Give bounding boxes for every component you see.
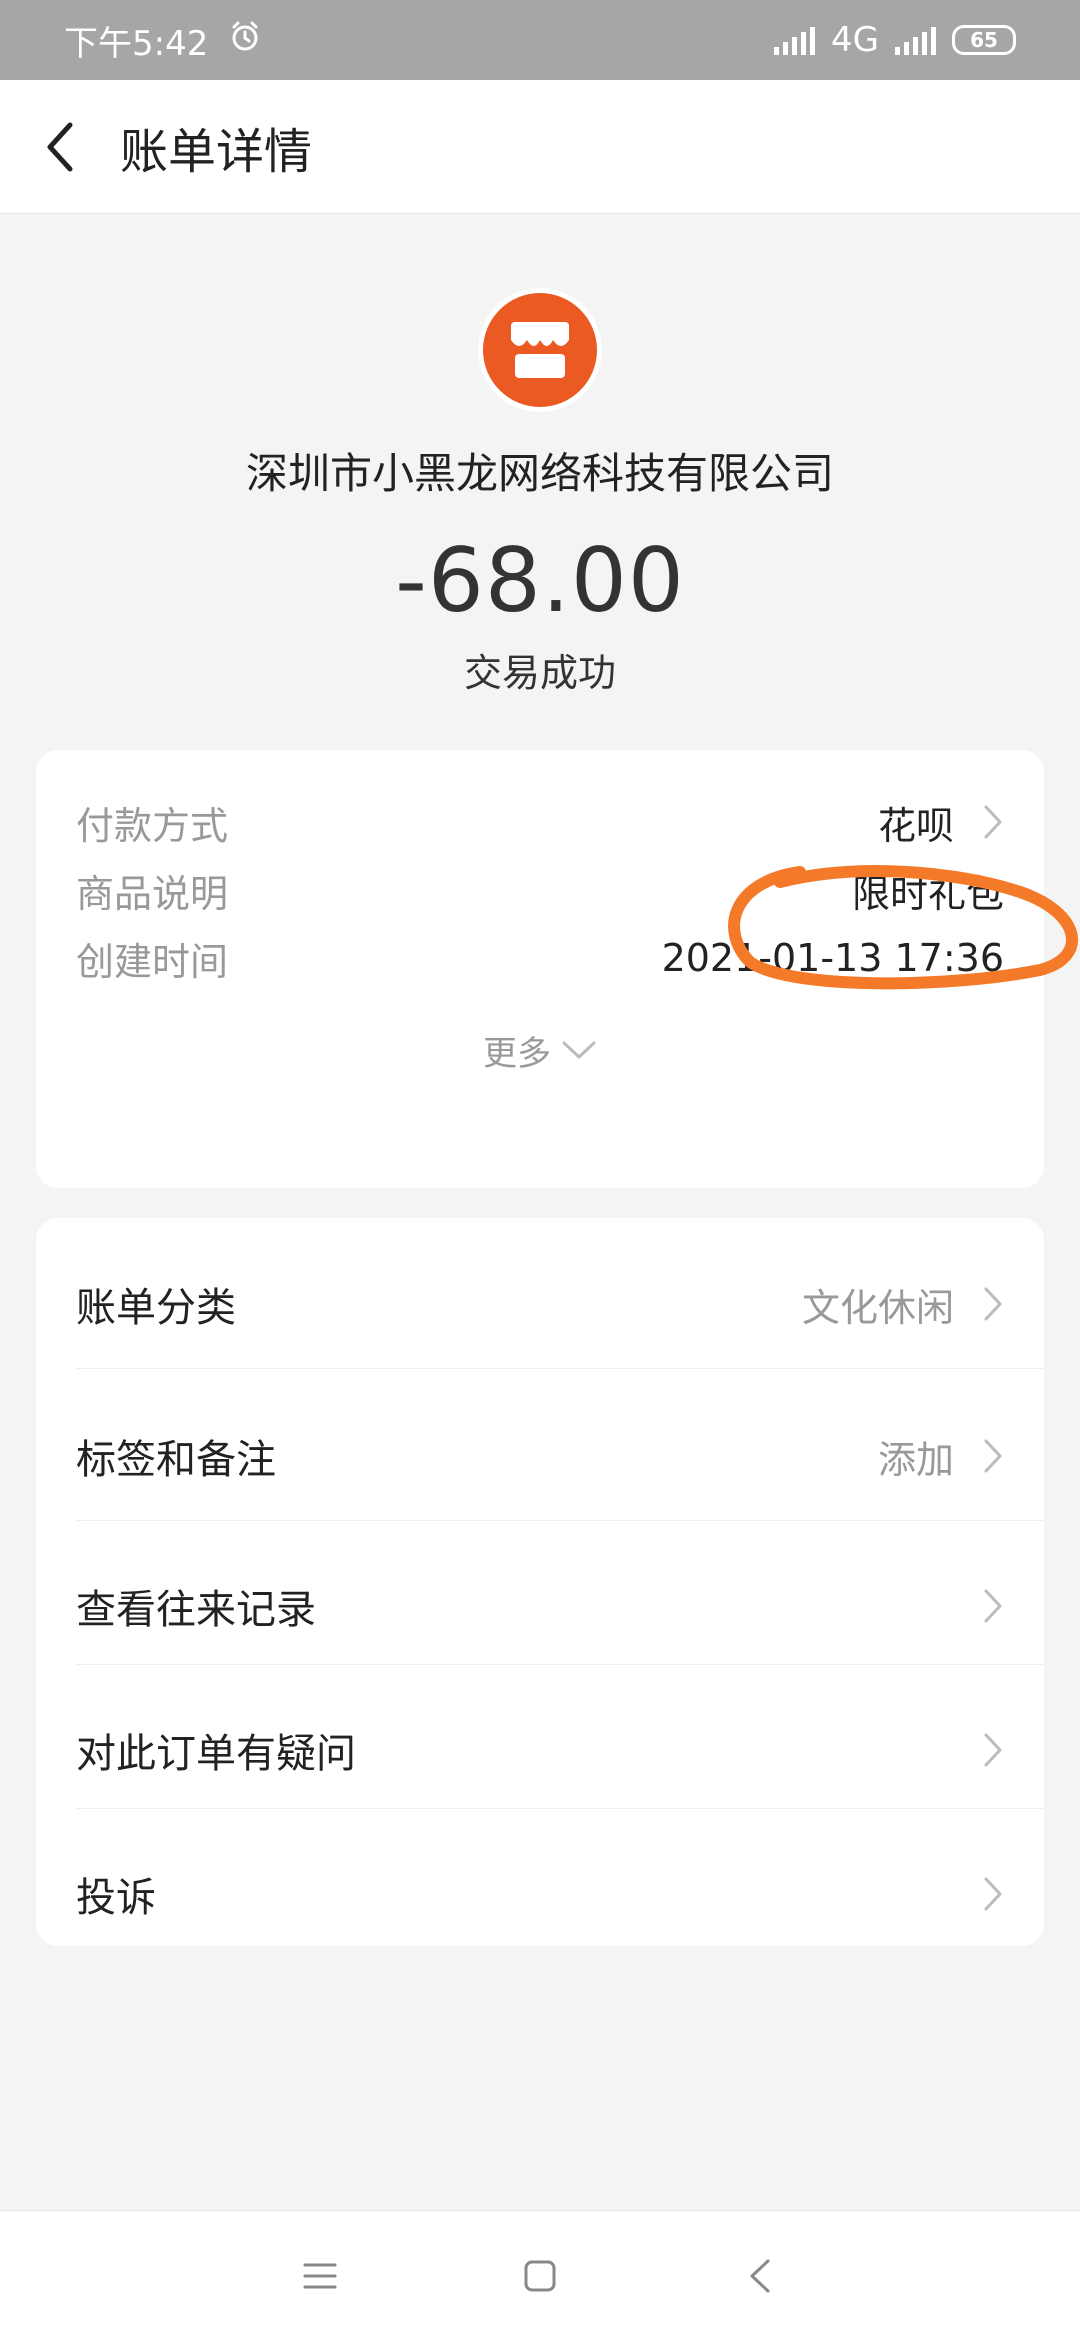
merchant-name: 深圳市小黑龙网络科技有限公司	[245, 449, 834, 498]
status-left: 下午5:42	[64, 16, 262, 65]
home-icon	[524, 2260, 556, 2291]
transaction-amount: -68.00	[395, 529, 685, 632]
divider	[76, 1808, 1044, 1809]
alarm-icon	[228, 19, 262, 62]
system-nav-bar	[0, 2210, 1080, 2340]
chevron-right-icon	[964, 1874, 1004, 1914]
product-description-row: 商品说明 限时礼包	[76, 860, 1004, 920]
signal-icon-2	[895, 25, 936, 55]
product-description-value: 限时礼包	[851, 871, 1004, 916]
home-button[interactable]	[500, 2236, 580, 2316]
payment-method-value: 花呗	[877, 803, 954, 848]
back-icon	[750, 2259, 770, 2292]
more-label: 更多	[483, 1033, 551, 1074]
chevron-right-icon	[964, 1730, 1004, 1770]
bill-category-value: 文化休闲	[801, 1285, 954, 1330]
created-time-value: 2021-01-13 17:36	[661, 936, 1004, 980]
battery-icon: 65	[952, 25, 1016, 55]
system-back-button[interactable]	[720, 2236, 800, 2316]
chevron-right-icon	[964, 1284, 1004, 1324]
back-button[interactable]	[0, 80, 120, 214]
header: 账单详情	[0, 80, 1080, 214]
chevron-right-icon	[964, 1586, 1004, 1626]
status-bar: 下午5:42 4G 65	[0, 0, 1080, 80]
actions-card: 账单分类 文化休闲 标签和备注 添加 查看往来记录 对此订单有疑问 投诉	[36, 1218, 1044, 1946]
menu-icon	[303, 2263, 337, 2288]
status-time: 下午5:42	[64, 23, 209, 64]
battery-level: 65	[970, 28, 998, 52]
payment-method-label: 付款方式	[76, 803, 229, 848]
status-right: 4G 65	[774, 20, 1016, 60]
product-description-label: 商品说明	[76, 871, 229, 916]
chevron-right-icon	[964, 802, 1004, 842]
order-question-row[interactable]: 对此订单有疑问	[76, 1700, 1004, 1800]
complaint-label: 投诉	[76, 1875, 156, 1921]
view-history-label: 查看往来记录	[76, 1587, 316, 1633]
created-time-row: 创建时间 2021-01-13 17:36	[76, 928, 1004, 988]
chevron-right-icon	[964, 1436, 1004, 1476]
tags-notes-label: 标签和备注	[76, 1437, 276, 1483]
divider	[76, 1664, 1044, 1665]
bill-category-row[interactable]: 账单分类 文化休闲	[76, 1254, 1004, 1354]
tags-notes-row[interactable]: 标签和备注 添加	[76, 1406, 1004, 1506]
page-title: 账单详情	[120, 123, 313, 180]
shop-icon	[483, 293, 597, 407]
complaint-row[interactable]: 投诉	[76, 1844, 1004, 1944]
chevron-left-icon	[47, 122, 73, 171]
merchant-avatar	[478, 288, 602, 412]
transaction-status: 交易成功	[463, 651, 616, 695]
signal-icon	[774, 25, 816, 55]
payment-method-row[interactable]: 付款方式 花呗	[76, 792, 1004, 852]
details-card: 付款方式 花呗 商品说明 限时礼包 创建时间 2021-01-13 17:36 …	[36, 750, 1044, 1188]
chevron-down-icon	[562, 1041, 596, 1059]
view-history-row[interactable]: 查看往来记录	[76, 1556, 1004, 1656]
merchant-summary: 深圳市小黑龙网络科技有限公司 -68.00 交易成功	[0, 214, 1080, 750]
created-time-label: 创建时间	[76, 939, 229, 984]
more-button[interactable]: 更多	[36, 1020, 1044, 1080]
bill-category-label: 账单分类	[76, 1285, 236, 1331]
order-question-label: 对此订单有疑问	[76, 1731, 356, 1777]
divider	[76, 1368, 1044, 1369]
network-type: 4G	[831, 20, 879, 60]
divider	[76, 1520, 1044, 1521]
menu-button[interactable]	[280, 2236, 360, 2316]
tags-notes-value: 添加	[877, 1437, 954, 1482]
